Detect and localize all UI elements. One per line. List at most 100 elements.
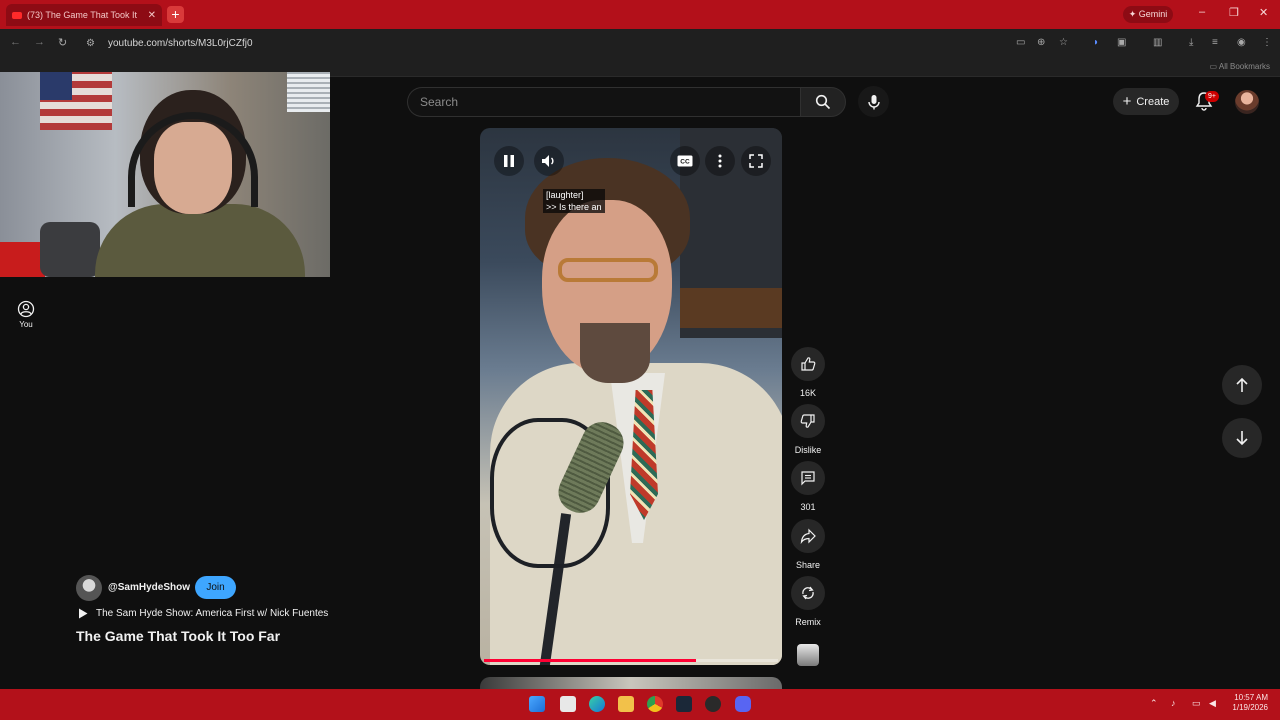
dislike-label: Dislike <box>794 445 822 455</box>
download-icon[interactable]: ⤓ <box>1189 37 1193 48</box>
sidebar-item-you[interactable]: You <box>10 300 42 329</box>
playlist-link[interactable]: The Sam Hyde Show: America First w/ Nick… <box>78 608 328 619</box>
channel-avatar[interactable] <box>76 575 102 601</box>
play-icon <box>79 608 88 619</box>
minimize-icon[interactable]: – <box>1199 6 1205 18</box>
voice-search-button[interactable] <box>858 86 889 117</box>
site-info-icon[interactable]: ⚙ <box>86 38 100 49</box>
folder-icon[interactable] <box>618 696 634 712</box>
media-icon[interactable]: ≡ <box>1212 37 1218 48</box>
browser-toolbar: ← → ↻ ⚙ youtube.com/shorts/M3L0rjCZfj0 ▭… <box>0 29 1280 57</box>
chair <box>40 222 100 277</box>
browser-tab[interactable]: (73) The Game That Took It ✕ <box>6 4 162 26</box>
next-short-button[interactable] <box>1222 418 1262 458</box>
like-count: 16K <box>799 388 816 398</box>
sidepanel-icon[interactable]: ▥ <box>1153 37 1162 48</box>
fullscreen-icon <box>749 154 763 168</box>
pause-button[interactable] <box>494 146 524 176</box>
speaker-glasses <box>558 258 658 282</box>
remix-label: Remix <box>795 617 821 627</box>
steam-icon[interactable] <box>676 696 692 712</box>
speaker-beard <box>580 323 650 383</box>
reload-icon[interactable]: ↻ <box>58 36 67 49</box>
profile-icon[interactable]: ◉ <box>1237 37 1246 48</box>
window-close-icon[interactable]: ✕ <box>1259 6 1268 19</box>
chrome-icon[interactable] <box>647 696 663 712</box>
more-options-button[interactable] <box>705 146 735 176</box>
forward-icon[interactable]: → <box>34 36 45 48</box>
all-bookmarks[interactable]: ▭ All Bookmarks <box>1210 62 1270 71</box>
browser-tab-strip: (73) The Game That Took It ✕ + ✦ Gemini … <box>0 0 1280 29</box>
plus-icon: + <box>1122 93 1132 110</box>
obs-icon[interactable] <box>705 696 721 712</box>
mic-tray-icon[interactable]: ♪ <box>1171 698 1176 708</box>
display-tray-icon[interactable]: ▭ <box>1192 698 1201 709</box>
account-avatar[interactable] <box>1235 90 1259 114</box>
join-button[interactable]: Join <box>195 576 236 599</box>
shorts-video-player[interactable]: CC [laughter] >> Is there an <box>480 128 782 665</box>
like-button[interactable]: 16K <box>791 347 825 398</box>
more-vert-icon <box>718 154 722 168</box>
edge-icon[interactable] <box>589 696 605 712</box>
share-button[interactable]: Share <box>791 519 825 570</box>
webcam-overlay <box>0 72 330 277</box>
zoom-icon[interactable]: ⊕ <box>1037 37 1045 48</box>
caption-text: [laughter] >> Is there an <box>543 189 605 213</box>
url-text: youtube.com/shorts/M3L0rjCZfj0 <box>108 37 253 49</box>
volume-button[interactable] <box>534 146 564 176</box>
gemini-button[interactable]: ✦ Gemini <box>1123 6 1173 23</box>
windows-start-icon[interactable] <box>529 696 545 712</box>
share-circle <box>791 519 825 553</box>
extensions-puzzle-icon[interactable]: ▣ <box>1117 37 1126 48</box>
progress-bar[interactable] <box>484 659 778 662</box>
remix-button[interactable]: Remix <box>791 576 825 627</box>
taskbar-clock[interactable]: 10:57 AM 1/19/2026 <box>1232 693 1268 713</box>
dislike-button[interactable]: Dislike <box>791 404 825 455</box>
red-object <box>0 242 45 277</box>
thumbs-up-icon <box>801 357 816 371</box>
discord-icon[interactable] <box>735 696 751 712</box>
restore-icon[interactable]: ❐ <box>1229 6 1239 19</box>
next-video-preview[interactable] <box>480 677 782 689</box>
flag-decoration <box>40 72 112 130</box>
address-bar[interactable]: ⚙ youtube.com/shorts/M3L0rjCZfj0 <box>80 33 1080 53</box>
window-blinds <box>287 72 330 112</box>
fullscreen-button[interactable] <box>741 146 771 176</box>
streamer-body <box>95 204 305 277</box>
progress-fill <box>484 659 696 662</box>
cc-icon: CC <box>677 155 693 167</box>
new-tab-button[interactable]: + <box>167 6 184 23</box>
search-input[interactable]: Search <box>407 87 800 117</box>
arrow-down-icon <box>1236 431 1248 446</box>
dislike-circle <box>791 404 825 438</box>
channel-handle[interactable]: @SamHydeShow <box>108 582 190 593</box>
bookmark-star-icon[interactable]: ☆ <box>1059 37 1068 48</box>
share-icon <box>800 528 816 544</box>
notification-badge: 9+ <box>1205 91 1219 102</box>
search-button[interactable] <box>800 87 846 117</box>
tab-close-icon[interactable]: ✕ <box>148 10 156 21</box>
search-icon <box>815 94 831 110</box>
clock-time: 10:57 AM <box>1234 693 1268 702</box>
menu-icon[interactable]: ⋮ <box>1262 37 1272 48</box>
microphone-icon <box>867 94 880 109</box>
previous-short-button[interactable] <box>1222 365 1262 405</box>
back-icon[interactable]: ← <box>10 36 21 48</box>
channel-thumbnail[interactable] <box>797 644 819 666</box>
create-label: Create <box>1136 95 1170 108</box>
comment-count: 301 <box>800 502 816 512</box>
share-label: Share <box>795 560 821 570</box>
arrow-up-icon <box>1236 377 1248 392</box>
pause-icon <box>504 155 514 167</box>
extension-icon[interactable]: ◗ <box>1093 37 1099 48</box>
file-icon[interactable] <box>560 696 576 712</box>
cast-icon[interactable]: ▭ <box>1016 37 1025 48</box>
all-bookmarks-label: All Bookmarks <box>1218 62 1270 71</box>
comments-button[interactable]: 301 <box>791 461 825 512</box>
thumbs-down-icon <box>800 414 815 428</box>
volume-tray-icon[interactable]: ◀ <box>1209 698 1216 709</box>
remix-icon <box>802 586 814 600</box>
create-button[interactable]: + Create <box>1113 88 1179 115</box>
tray-chevron-icon[interactable]: ⌃ <box>1150 698 1158 709</box>
captions-button[interactable]: CC <box>670 146 700 176</box>
